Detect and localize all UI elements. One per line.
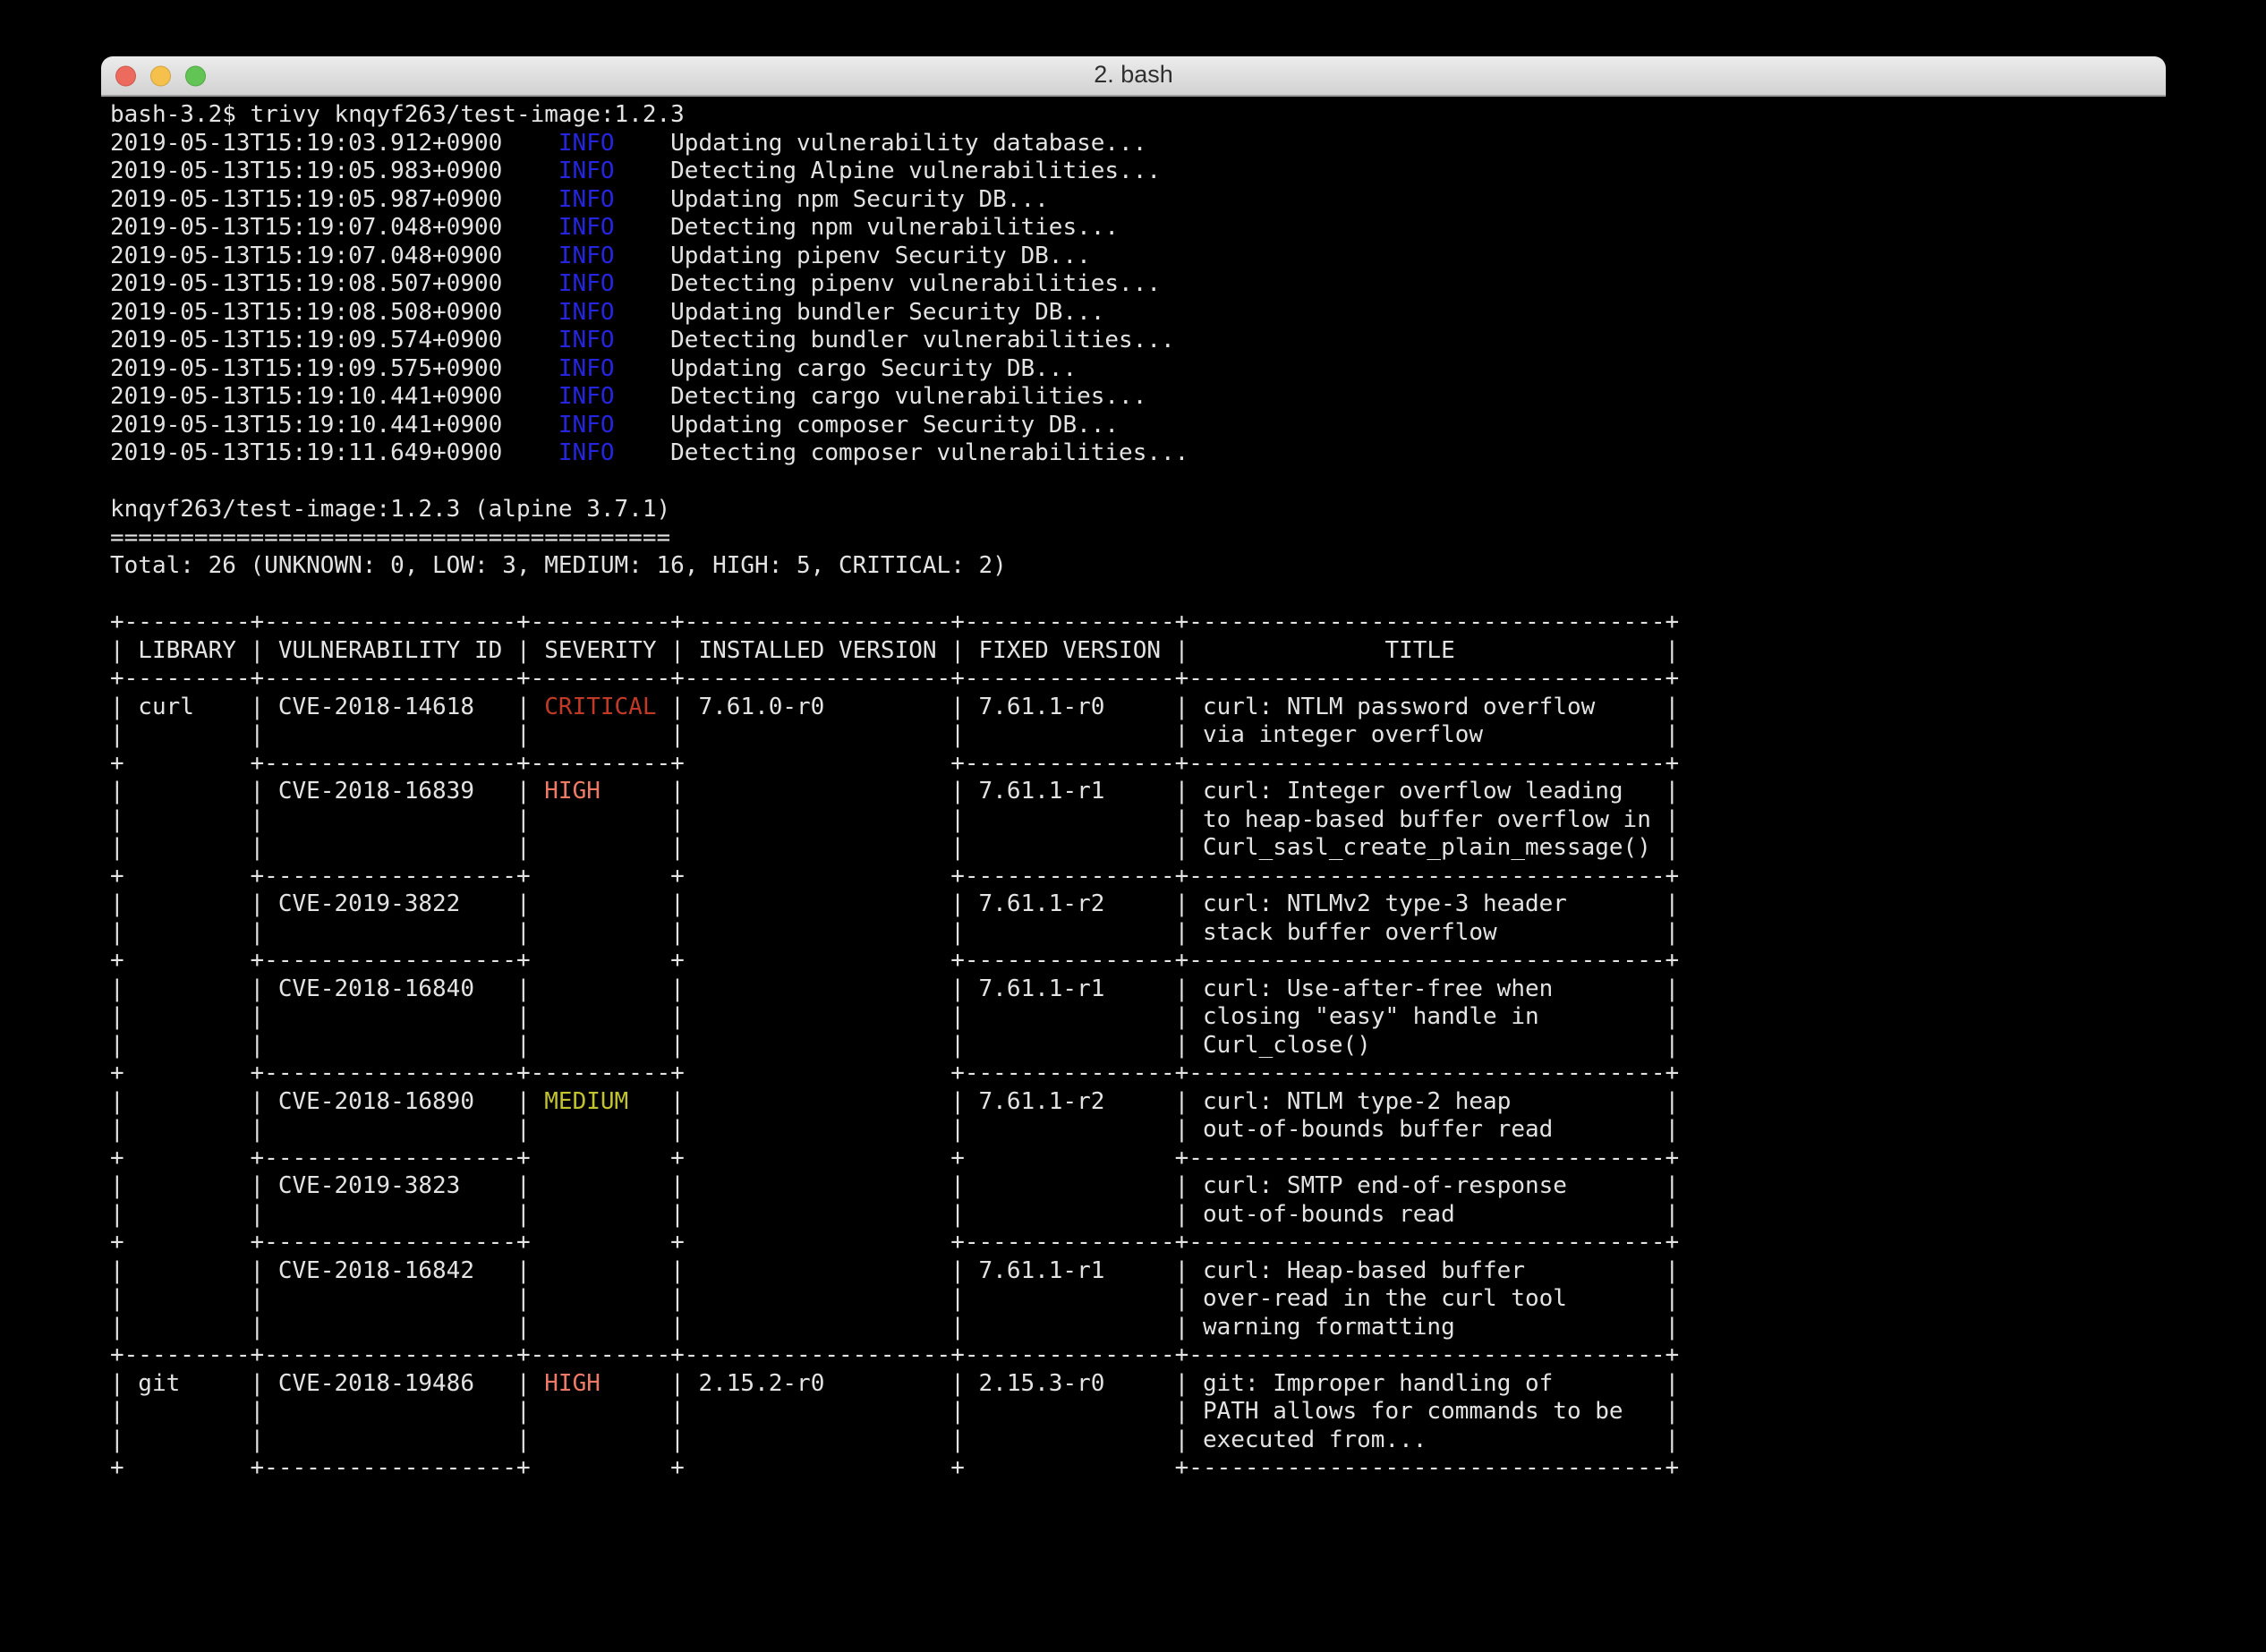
terminal-line: 2019-05-13T15:19:07.048+0900 INFO Detect… [110,214,2166,243]
terminal-line: 2019-05-13T15:19:09.575+0900 INFO Updati… [110,355,2166,384]
terminal-output[interactable]: bash-3.2$ trivy knqyf263/test-image:1.2.… [101,97,2166,1483]
window-title: 2. bash [101,56,2166,93]
close-button[interactable] [115,65,136,86]
terminal-line: bash-3.2$ trivy knqyf263/test-image:1.2.… [110,101,2166,130]
terminal-line: 2019-05-13T15:19:09.574+0900 INFO Detect… [110,327,2166,355]
terminal-line: + +------------------+ + +--------------… [110,1229,2166,1257]
terminal-line: | curl | CVE-2018-14618 | CRITICAL | 7.6… [110,694,2166,722]
terminal-line: 2019-05-13T15:19:07.048+0900 INFO Updati… [110,243,2166,271]
terminal-window: 2. bash bash-3.2$ trivy knqyf263/test-im… [101,56,2166,1652]
terminal-line: | | CVE-2019-3823 | | | | curl: SMTP end… [110,1172,2166,1201]
terminal-line: +---------+------------------+----------… [110,1341,2166,1370]
terminal-line: +---------+------------------+----------… [110,665,2166,694]
terminal-line: | | CVE-2018-16840 | | | 7.61.1-r1 | cur… [110,975,2166,1004]
terminal-line: + +------------------+ + +--------------… [110,863,2166,891]
terminal-line: 2019-05-13T15:19:05.987+0900 INFO Updati… [110,186,2166,215]
title-bar[interactable]: 2. bash [101,56,2166,97]
terminal-line: | | CVE-2018-16839 | HIGH | | 7.61.1-r1 … [110,778,2166,806]
terminal-line: | | | | | | PATH allows for commands to … [110,1398,2166,1426]
terminal-line: | LIBRARY | VULNERABILITY ID | SEVERITY … [110,637,2166,666]
terminal-line: + +------------------+ + + +------------… [110,1145,2166,1173]
zoom-button[interactable] [185,65,206,86]
terminal-line: + +------------------+ + +--------------… [110,947,2166,975]
terminal-line: | | | | | | Curl_sasl_create_plain_messa… [110,834,2166,863]
terminal-line: | | | | | | stack buffer overflow | [110,919,2166,948]
terminal-line: | | | | | | via integer overflow | [110,721,2166,750]
terminal-line [110,468,2166,497]
terminal-line: | | CVE-2018-16890 | MEDIUM | | 7.61.1-r… [110,1088,2166,1117]
terminal-line: 2019-05-13T15:19:10.441+0900 INFO Detect… [110,383,2166,412]
terminal-line: | | | | | | over-read in the curl tool | [110,1285,2166,1314]
terminal-line: | | | | | | to heap-based buffer overflo… [110,806,2166,835]
terminal-line: Total: 26 (UNKNOWN: 0, LOW: 3, MEDIUM: 1… [110,552,2166,581]
terminal-line: 2019-05-13T15:19:08.507+0900 INFO Detect… [110,270,2166,299]
desktop-background: 2. bash bash-3.2$ trivy knqyf263/test-im… [0,0,2266,1652]
terminal-line: +---------+------------------+----------… [110,609,2166,637]
terminal-line: 2019-05-13T15:19:03.912+0900 INFO Updati… [110,130,2166,158]
terminal-line: | | | | | | out-of-bounds buffer read | [110,1116,2166,1145]
terminal-line: | | | | | | closing "easy" handle in | [110,1003,2166,1032]
terminal-line: 2019-05-13T15:19:10.441+0900 INFO Updati… [110,412,2166,440]
terminal-line: | | CVE-2019-3822 | | | 7.61.1-r2 | curl… [110,890,2166,919]
terminal-line: | | | | | | warning formatting | [110,1314,2166,1342]
terminal-line: 2019-05-13T15:19:08.508+0900 INFO Updati… [110,299,2166,328]
traffic-lights [115,65,206,86]
terminal-line: + +------------------+----------+ +-----… [110,750,2166,779]
terminal-line: 2019-05-13T15:19:05.983+0900 INFO Detect… [110,158,2166,186]
terminal-line: | | CVE-2018-16842 | | | 7.61.1-r1 | cur… [110,1257,2166,1286]
terminal-line: | | | | | | out-of-bounds read | [110,1201,2166,1230]
terminal-line: knqyf263/test-image:1.2.3 (alpine 3.7.1) [110,496,2166,524]
terminal-line: | | | | | | executed from... | [110,1426,2166,1455]
terminal-line: | git | CVE-2018-19486 | HIGH | 2.15.2-r… [110,1370,2166,1399]
terminal-line: 2019-05-13T15:19:11.649+0900 INFO Detect… [110,439,2166,468]
terminal-line: ======================================== [110,524,2166,553]
minimize-button[interactable] [150,65,171,86]
terminal-line: | | | | | | Curl_close() | [110,1032,2166,1060]
terminal-line: + +------------------+----------+ +-----… [110,1060,2166,1088]
terminal-line: + +------------------+ + + +------------… [110,1454,2166,1483]
terminal-line [110,581,2166,609]
